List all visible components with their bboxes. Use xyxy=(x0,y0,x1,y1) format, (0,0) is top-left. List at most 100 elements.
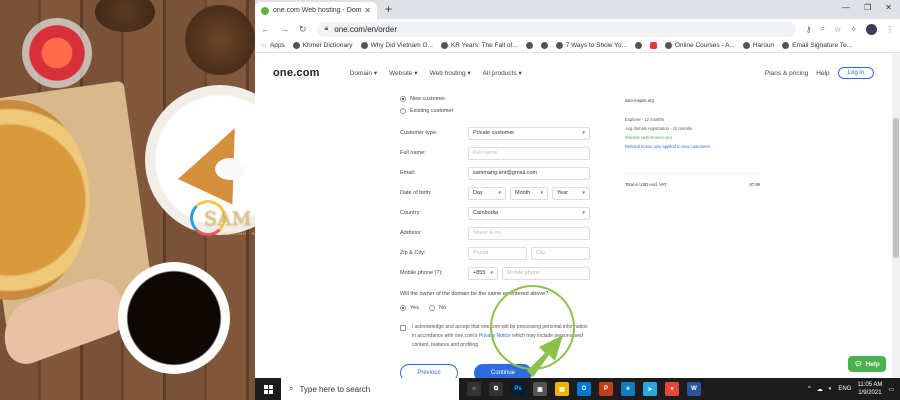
consent-checkbox[interactable] xyxy=(400,325,406,331)
help-button[interactable]: 💬︎ Help xyxy=(848,356,886,372)
address-row: Address: Street & no. xyxy=(400,223,590,243)
key-icon[interactable]: ⚷ xyxy=(806,25,812,34)
star-icon[interactable]: ☆ xyxy=(834,25,841,34)
mobile-input[interactable]: Mobile phone xyxy=(502,266,590,280)
city-input[interactable]: City xyxy=(531,246,590,260)
bookmark-label: Why Did Vietnam O... xyxy=(370,42,433,49)
bookmark-item[interactable] xyxy=(525,42,533,49)
photoshop-icon[interactable]: Ps xyxy=(511,382,525,396)
zip-input[interactable]: Postal xyxy=(468,246,527,260)
globe-icon xyxy=(292,42,300,49)
bookmark-item[interactable]: 7 Ways to Show Yo... xyxy=(555,42,627,49)
email-label: Email: xyxy=(400,170,416,176)
bookmark-item[interactable] xyxy=(649,42,657,49)
radio-unselected[interactable] xyxy=(428,305,435,311)
plans-link[interactable]: Plans & pricing xyxy=(765,70,808,77)
taskbar-search[interactable]: ⌕ Type here to search xyxy=(281,378,459,400)
mobile-inputs: +855 ▾ Mobile phone xyxy=(468,266,590,280)
extensions-icon[interactable]: ✧ xyxy=(850,25,857,34)
word-icon[interactable]: W xyxy=(687,382,701,396)
help-link[interactable]: Help xyxy=(816,70,829,77)
address-bar[interactable]: 🔒︎ one.com/en/order xyxy=(316,21,796,37)
minimize-icon[interactable]: — xyxy=(842,3,850,12)
summary-total: Total in USD excl. VAT 87.89 xyxy=(625,173,760,187)
nav-item[interactable]: Website ▾ xyxy=(389,69,417,77)
clock-date: 1/9/2021 xyxy=(858,390,882,396)
notifications-icon[interactable]: ▭ xyxy=(888,386,894,393)
bookmark-item[interactable]: Email Signature Te... xyxy=(782,42,852,49)
new-tab-icon[interactable]: + xyxy=(385,2,392,16)
phone-code-select[interactable]: +855 ▾ xyxy=(468,266,498,280)
maximize-icon[interactable]: ❐ xyxy=(864,3,871,12)
email-row: Email: sammang.ant@gmail.com xyxy=(400,163,590,183)
close-tab-icon[interactable]: ✕ xyxy=(364,6,371,15)
telegram-icon[interactable]: ➤ xyxy=(643,382,657,396)
login-button[interactable]: Log in xyxy=(837,67,874,79)
nav-item[interactable]: Web hosting ▾ xyxy=(430,69,471,77)
full-name-row: Full name: Full name xyxy=(400,143,590,163)
globe-icon xyxy=(540,42,548,49)
page-scrollbar[interactable] xyxy=(892,53,900,378)
language-indicator[interactable]: ENG xyxy=(838,386,851,392)
email-field[interactable]: sammang.ant@gmail.com xyxy=(468,166,590,180)
bookmark-item[interactable]: KR Years: The Fall of... xyxy=(440,42,518,49)
existing-customer-option[interactable]: Existing customer xyxy=(400,105,590,117)
powerpoint-icon[interactable]: P xyxy=(599,382,613,396)
bookmark-item[interactable]: Online Courses - A... xyxy=(664,42,735,49)
bookmark-item[interactable]: ⁙ Apps xyxy=(261,42,285,50)
reload-icon[interactable]: ↻ xyxy=(299,24,307,35)
cortana-icon[interactable]: ○ xyxy=(467,382,481,396)
start-button[interactable] xyxy=(255,378,281,400)
dob-day-select[interactable]: Day ▾ xyxy=(468,186,506,200)
back-icon[interactable]: ← xyxy=(261,24,270,34)
country-label: Country: xyxy=(400,210,421,216)
bookmark-item[interactable] xyxy=(634,42,642,49)
profile-avatar[interactable] xyxy=(866,23,877,35)
address-input[interactable]: Street & no. xyxy=(468,226,590,240)
windows-taskbar: ⌕ Type here to search ○ ⧉ Ps ▣ ▤ O P e ➤… xyxy=(255,378,900,400)
previous-button[interactable]: Previous xyxy=(400,364,458,378)
file-explorer-icon[interactable]: ▤ xyxy=(555,382,569,396)
new-customer-option[interactable]: New customer xyxy=(400,93,590,105)
bookmark-item[interactable]: Haroun xyxy=(742,42,774,49)
help-label: Help xyxy=(865,360,880,368)
customer-type-select[interactable]: Private customer ▾ xyxy=(468,126,590,140)
outlook-icon[interactable]: O xyxy=(577,382,591,396)
speaker-icon[interactable]: 🔈︎ xyxy=(829,386,833,393)
nav-item[interactable]: Domain ▾ xyxy=(350,69,377,77)
scrollbar-thumb[interactable] xyxy=(893,118,899,258)
customer-type-label: Customer type: xyxy=(400,130,438,136)
owner-no-option[interactable]: No xyxy=(428,302,447,314)
bookmark-item[interactable]: Why Did Vietnam O... xyxy=(360,42,433,49)
radio-selected[interactable] xyxy=(400,305,406,311)
existing-customer-label: Existing customer xyxy=(410,108,454,114)
store-icon[interactable]: ▣ xyxy=(533,382,547,396)
bookmark-item[interactable] xyxy=(540,42,548,49)
summary-blue-line[interactable]: Referral bonus only applied to new custo… xyxy=(625,144,760,149)
bookmark-item[interactable]: Khmer Dictionary xyxy=(292,42,353,49)
menu-icon[interactable]: ⋮ xyxy=(886,25,894,34)
browser-tab[interactable]: one.com Web hosting - Domai ✕ xyxy=(255,2,377,19)
chrome-icon[interactable]: ● xyxy=(665,382,679,396)
close-window-icon[interactable]: ✕ xyxy=(885,3,892,12)
nav-item-label: All products xyxy=(482,70,517,77)
dob-month-select[interactable]: Month ▾ xyxy=(510,186,548,200)
site-logo[interactable]: one.com xyxy=(273,67,320,79)
task-view-icon[interactable]: ⧉ xyxy=(489,382,503,396)
site-icon xyxy=(664,42,672,49)
zoom-icon[interactable]: ⌕ xyxy=(821,24,825,34)
radio-selected[interactable] xyxy=(400,96,406,102)
forward-icon[interactable]: → xyxy=(280,24,289,34)
edge-icon[interactable]: e xyxy=(621,382,635,396)
dob-year-select[interactable]: Year ▾ xyxy=(552,186,590,200)
clock[interactable]: 11:05 AM 1/9/2021 xyxy=(857,381,882,397)
owner-yes-option[interactable]: Yes xyxy=(400,302,419,314)
full-name-input[interactable]: Full name xyxy=(468,146,590,160)
no-label: No xyxy=(438,305,447,311)
radio-unselected[interactable] xyxy=(400,108,406,114)
tray-chevron-icon[interactable]: ^ xyxy=(808,386,811,392)
nav-item[interactable]: All products ▾ xyxy=(483,69,522,77)
zip-city-row: Zip & City: Postal City xyxy=(400,243,590,263)
cloud-icon[interactable]: ☁ xyxy=(817,386,823,393)
country-select[interactable]: Cambodia ▾ xyxy=(468,206,590,220)
